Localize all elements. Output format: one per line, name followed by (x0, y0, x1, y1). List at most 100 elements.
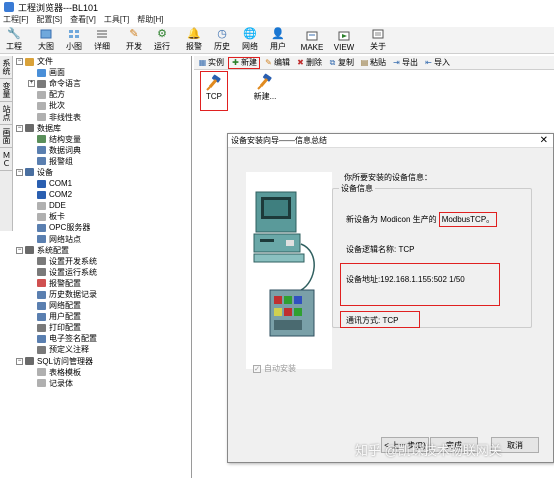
tree-label: 设置开发系统 (49, 256, 97, 266)
toolbar-large-icons-button[interactable]: 大图 (32, 27, 60, 53)
node-icon (37, 157, 46, 166)
device-label-new: 新建... (253, 92, 277, 101)
tree-item[interactable]: 设置开发系统 (14, 256, 191, 267)
expand-toggle-icon[interactable]: − (16, 168, 23, 176)
tree-label: 非线性表 (49, 112, 81, 122)
device-vendor-line: 新设备为 Modicon 生产的 ModbusTCP。 (346, 212, 498, 227)
group-label: 设备信息 (339, 183, 375, 194)
tree-item[interactable]: COM2 (14, 189, 191, 200)
expand-toggle-icon[interactable]: + (28, 80, 35, 88)
device-label-tcp: TCP (206, 92, 222, 101)
tree-item[interactable]: 设置运行系统 (14, 267, 191, 278)
toolbar-alarm-button[interactable]: 🔔 报警 (180, 27, 208, 53)
tree-group[interactable]: − SQL访问管理器 (14, 356, 191, 367)
expand-toggle-icon[interactable]: − (16, 357, 23, 365)
make-icon (305, 30, 319, 42)
tree-item[interactable]: OPC服务器 (14, 222, 191, 233)
expand-toggle-icon[interactable]: − (16, 124, 23, 132)
toolbar-history-button[interactable]: ◷ 历史 (208, 27, 236, 53)
toolbar-develop-button[interactable]: ✎ 开发 (120, 27, 148, 53)
close-icon[interactable]: ✕ (540, 135, 548, 146)
tree-item[interactable]: + 命令语言 (14, 78, 191, 89)
app-icon (4, 2, 14, 12)
tree-item[interactable]: 数据词典 (14, 145, 191, 156)
device-item-tcp[interactable]: TCP (200, 71, 228, 111)
device-item-new[interactable]: 新建... (250, 73, 280, 111)
toolbar-about-button[interactable]: 关于 (364, 27, 392, 53)
edit-button[interactable]: ✎ 编辑 (262, 57, 292, 69)
tree-item[interactable]: 表格模板 (14, 367, 191, 378)
tree-item[interactable]: 板卡 (14, 211, 191, 222)
export-button[interactable]: ⇥ 导出 (390, 57, 420, 69)
menu-tools[interactable]: 工具[T] (104, 14, 129, 26)
tree-item[interactable]: COM1 (14, 178, 191, 189)
menu-config[interactable]: 配置[S] (36, 14, 62, 26)
tree-group[interactable]: − 系统配置 (14, 245, 191, 256)
project-tree: − 文件 画面 + 命令语言 配方 批次 非线性表 − 数据库 结构变量 数据词典 报警组 − 设备 COM1… (14, 56, 192, 478)
tree-item[interactable]: 批次 (14, 100, 191, 111)
tree-item[interactable]: 报警配置 (14, 278, 191, 289)
tree-item[interactable]: 电子签名配置 (14, 333, 191, 344)
tree-item[interactable]: 网络站点 (14, 234, 191, 245)
edit-icon: ✎ (265, 58, 272, 67)
expand-toggle-icon (28, 213, 35, 220)
tree-item[interactable]: 打印配置 (14, 322, 191, 333)
expand-toggle-icon (28, 280, 35, 287)
tree-item[interactable]: 配方 (14, 89, 191, 100)
expand-toggle-icon[interactable]: − (16, 246, 23, 254)
expand-toggle-icon (28, 91, 35, 98)
tree-group[interactable]: − 设备 (14, 167, 191, 178)
tree-item[interactable]: 网络配置 (14, 300, 191, 311)
tree-item[interactable]: 结构变量 (14, 134, 191, 145)
tab-variables[interactable]: 变量 (0, 79, 12, 102)
auto-install-checkbox[interactable]: ✓ 自动安装 (253, 363, 296, 374)
tree-label: 命令语言 (49, 79, 81, 89)
alarm-icon: 🔔 (187, 28, 201, 40)
toolbar-make-button[interactable]: MAKE (296, 27, 328, 53)
toolbar-project-button[interactable]: 🔧 工程 (0, 27, 28, 53)
tree-item[interactable]: 非线性表 (14, 111, 191, 122)
tab-system[interactable]: 系统 (0, 56, 12, 79)
tree-item[interactable]: 历史数据记录 (14, 289, 191, 300)
tree-label: 表格模板 (49, 367, 81, 377)
node-icon (37, 68, 46, 77)
device-plug-icon (256, 73, 274, 91)
device-plug-icon (205, 74, 223, 92)
node-icon (37, 345, 46, 354)
toolbar-view-button[interactable]: VIEW (328, 27, 360, 53)
toolbar-small-icons-button[interactable]: 小图 (60, 27, 88, 53)
new-button[interactable]: ✚ 新建 (228, 56, 260, 69)
paste-button[interactable]: ▤ 粘贴 (358, 57, 388, 69)
menu-bar: 工程[F] 配置[S] 查看[V] 工具[T] 帮助[H] (0, 14, 554, 26)
tab-mc[interactable]: ＭＣ (0, 148, 12, 171)
tree-label: 打印配置 (49, 323, 81, 333)
toolbar-user-button[interactable]: 👤 用户 (264, 27, 292, 53)
delete-button[interactable]: ✖ 删除 (294, 57, 324, 69)
tree-item[interactable]: 画面 (14, 67, 191, 78)
expand-toggle-icon[interactable]: − (16, 58, 23, 66)
tab-screens[interactable]: 画面 (0, 125, 12, 148)
toolbar-network-button[interactable]: 🌐 网络 (236, 27, 264, 53)
copy-button[interactable]: ⧉ 复制 (326, 57, 356, 69)
auto-install-label: 自动安装 (264, 364, 296, 373)
instance-button[interactable]: ▦ 实例 (196, 57, 226, 69)
menu-help[interactable]: 帮助[H] (137, 14, 163, 26)
menu-view[interactable]: 查看[V] (70, 14, 96, 26)
tree-group[interactable]: − 文件 (14, 56, 191, 67)
tree-item[interactable]: 记录体 (14, 378, 191, 389)
import-button[interactable]: ⇤ 导入 (422, 57, 452, 69)
expand-toggle-icon (28, 313, 35, 320)
tab-stations[interactable]: 站点 (0, 102, 12, 125)
toolbar-details-button[interactable]: 详细 (88, 27, 116, 53)
tree-item[interactable]: 用户配置 (14, 311, 191, 322)
tree-item[interactable]: DDE (14, 200, 191, 211)
tree-item[interactable]: 预定义注释 (14, 344, 191, 355)
tree-label: 数据词典 (49, 145, 81, 155)
tree-group[interactable]: − 数据库 (14, 123, 191, 134)
node-icon (37, 279, 46, 288)
menu-file[interactable]: 工程[F] (3, 14, 28, 26)
tree-item[interactable]: 报警组 (14, 156, 191, 167)
toolbar-run-button[interactable]: ⚙ 运行 (148, 27, 176, 53)
expand-toggle-icon (28, 147, 35, 154)
about-icon (371, 28, 385, 40)
